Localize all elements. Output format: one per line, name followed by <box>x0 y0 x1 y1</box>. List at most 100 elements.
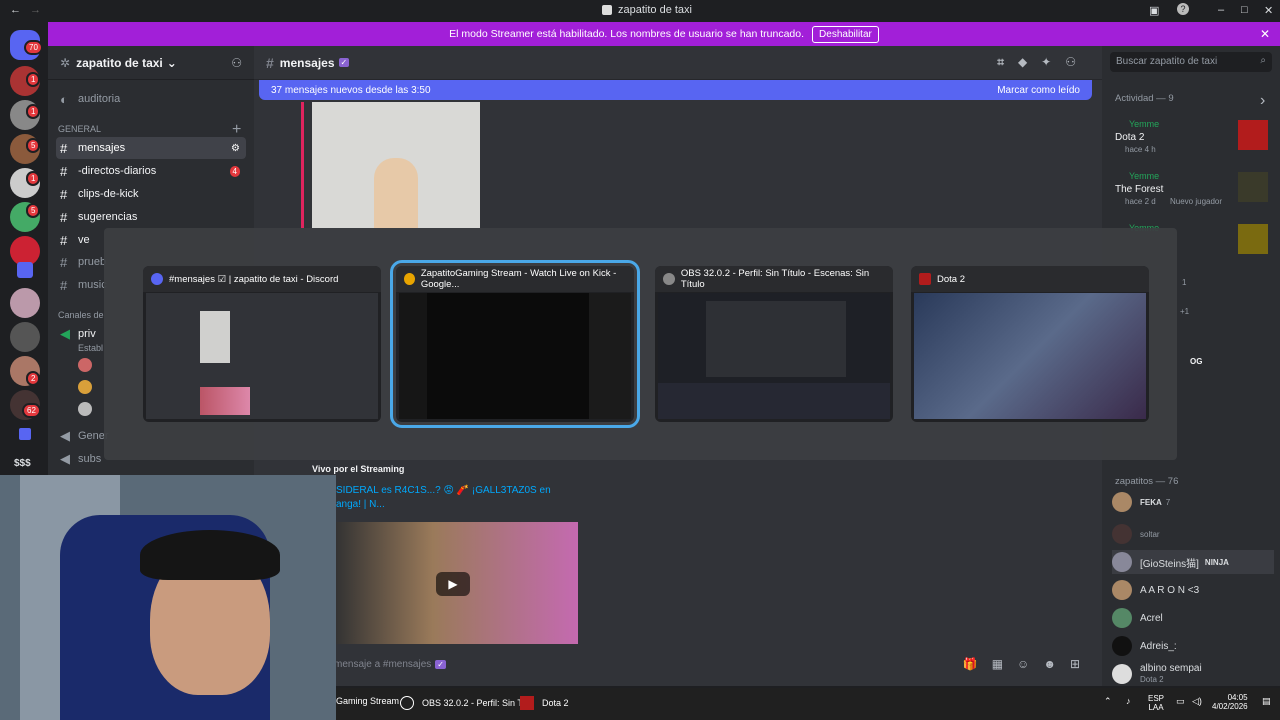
avatar <box>1112 636 1132 656</box>
speaker-icon: ◀ <box>60 326 70 341</box>
role-tag: OG <box>1190 357 1203 366</box>
preview-docks <box>658 383 890 419</box>
server-header[interactable]: ✲ zapatito de taxi ⌄ ⚇ <box>48 46 254 80</box>
message-image[interactable] <box>312 102 480 228</box>
notification-icon[interactable]: ▤ <box>1262 696 1271 707</box>
switcher-window-chrome[interactable]: ZapatitoGaming Stream - Watch Live on Ki… <box>390 260 640 428</box>
game-icon[interactable] <box>1238 224 1268 254</box>
close-banner-icon[interactable]: ✕ <box>1260 27 1270 41</box>
add-member-icon[interactable]: ⚇ <box>231 56 242 70</box>
inbox-icon[interactable]: ▣ <box>1149 4 1159 17</box>
member-item[interactable]: [GioSteins猫] NINJA <box>1112 550 1274 574</box>
avatar[interactable] <box>78 358 92 372</box>
server-label[interactable]: $$$ <box>14 458 31 469</box>
forward-icon[interactable]: → <box>30 4 41 16</box>
tray-chevron-icon[interactable]: ⌃ <box>1104 696 1112 707</box>
activity-user[interactable]: Yemme <box>1115 171 1159 181</box>
activity-header[interactable]: Actividad — 9 <box>1115 93 1174 104</box>
clock[interactable]: 04:05 4/02/2026 <box>1212 693 1248 711</box>
member-item[interactable]: A A R O N <3 <box>1112 578 1272 602</box>
network-icon[interactable]: ▭ <box>1176 696 1185 707</box>
gear-icon: ✲ <box>60 55 71 70</box>
window-preview <box>914 293 1146 419</box>
member-name: FEKA <box>1140 497 1162 507</box>
window-title: ZapatitoGaming Stream - Watch Live on Ki… <box>420 268 617 290</box>
switcher-window-dota[interactable]: Dota 2 <box>911 266 1149 422</box>
webcam-overlay <box>0 475 336 720</box>
image-figure <box>374 158 418 228</box>
member-item[interactable]: Adreis_: <box>1112 634 1272 658</box>
back-icon[interactable]: ← <box>10 4 21 16</box>
member-item[interactable]: Acrel <box>1112 606 1272 630</box>
video-thumbnail[interactable]: ▶ <box>336 522 578 644</box>
taskbar-item-chrome[interactable]: Gaming Stream <box>336 696 399 706</box>
microphone-icon[interactable]: ♪ <box>1126 696 1131 706</box>
dota-icon[interactable] <box>1238 120 1268 150</box>
search-input[interactable]: Buscar zapatito de taxi ⌕ <box>1110 52 1272 72</box>
channel-auditoria[interactable]: ◐ auditoria <box>56 88 246 110</box>
language-indicator[interactable]: ESP LAA <box>1148 694 1164 712</box>
member-item[interactable]: FEKA 7 <box>1112 490 1272 514</box>
member-item[interactable]: soltar <box>1112 522 1272 546</box>
layout-label: LAA <box>1148 703 1164 712</box>
disable-button[interactable]: Deshabilitar <box>812 25 879 43</box>
server-icon[interactable] <box>10 288 40 318</box>
unread-badge: 4 <box>229 165 240 177</box>
hash-icon: # <box>60 163 68 179</box>
taskbar-label: OBS 32.0.2 - Perfil: Sin T <box>422 698 523 708</box>
channel-clips[interactable]: # clips-de-kick <box>56 183 246 205</box>
avatar[interactable] <box>78 402 92 416</box>
switcher-window-discord[interactable]: #mensajes ☑ | zapatito de taxi - Discord <box>143 266 381 422</box>
avatar <box>1112 552 1132 572</box>
folder-icon[interactable] <box>17 262 33 278</box>
activity-count: 1 <box>1182 278 1187 287</box>
search-icon: ⌕ <box>1260 55 1266 66</box>
avatar <box>1112 580 1132 600</box>
window-title: #mensajes ☑ | zapatito de taxi - Discord <box>169 273 339 285</box>
category-voice[interactable]: Canales de <box>58 310 104 320</box>
chrome-icon <box>404 273 415 285</box>
category-general[interactable]: GENERAL <box>58 124 101 134</box>
minimize-icon[interactable]: – <box>1218 4 1224 16</box>
settings-icon[interactable]: ⚙ <box>231 143 240 154</box>
window-preview <box>146 293 378 419</box>
channel-label: prueb <box>78 256 107 268</box>
member-item[interactable]: albino sempai Dota 2 <box>1112 662 1272 686</box>
header-toolbar-icons[interactable]: ⌗◆✦⚇ <box>997 55 1090 70</box>
mark-read-button[interactable]: Marcar como leído <box>997 85 1080 96</box>
channel-directos[interactable]: # -directos-diarios 4 <box>56 160 246 182</box>
window-title: Dota 2 <box>937 273 965 285</box>
obs-icon <box>400 696 414 710</box>
message-input[interactable]: mensaje a #mensajes ✓ 🎁▦☺☻⊞ <box>334 654 1094 674</box>
chevron-right-icon[interactable]: › <box>1260 92 1265 110</box>
play-icon[interactable]: ▶ <box>436 572 470 596</box>
help-icon[interactable]: ? <box>1177 3 1189 15</box>
input-toolbar-icons[interactable]: 🎁▦☺☻⊞ <box>963 657 1094 671</box>
channel-label: sugerencias <box>78 211 138 223</box>
volume-icon[interactable]: ◁) <box>1192 696 1202 707</box>
channel-sugerencias[interactable]: # sugerencias <box>56 206 246 228</box>
app-icon <box>602 5 612 15</box>
folder-icon[interactable] <box>19 428 31 440</box>
taskbar-item-obs[interactable]: OBS 32.0.2 - Perfil: Sin T <box>400 696 523 710</box>
switcher-window-obs[interactable]: OBS 32.0.2 - Perfil: Sin Título - Escena… <box>655 266 893 422</box>
server-badge: 2 <box>26 371 41 386</box>
channel-mensajes[interactable]: # mensajes ⚙ <box>56 137 246 159</box>
close-icon[interactable]: ✕ <box>1264 4 1273 17</box>
window-title: OBS 32.0.2 - Perfil: Sin Título - Escena… <box>680 268 870 290</box>
clock-date: 4/02/2026 <box>1212 702 1248 711</box>
taskbar-label: Gaming Stream <box>336 696 400 706</box>
taskbar-item-dota[interactable]: Dota 2 <box>520 696 569 710</box>
server-icon[interactable] <box>10 322 40 352</box>
channel-label: priv <box>78 328 96 340</box>
forest-icon[interactable] <box>1238 172 1268 202</box>
new-messages-bar[interactable]: 37 mensajes nuevos desde las 3:50 Marcar… <box>259 80 1092 100</box>
activity-user[interactable]: Yemme <box>1115 119 1159 129</box>
webcam-hair <box>140 530 280 580</box>
avatar[interactable] <box>78 380 92 394</box>
speaker-icon: ◀ <box>60 451 70 466</box>
hash-icon: # <box>60 140 68 156</box>
avatar <box>1112 524 1132 544</box>
video-link[interactable]: SIDERAL es R4C1S...? 😡 🧨 ¡GALL3TAZ0S en … <box>336 484 556 512</box>
maximize-icon[interactable]: □ <box>1241 4 1248 16</box>
